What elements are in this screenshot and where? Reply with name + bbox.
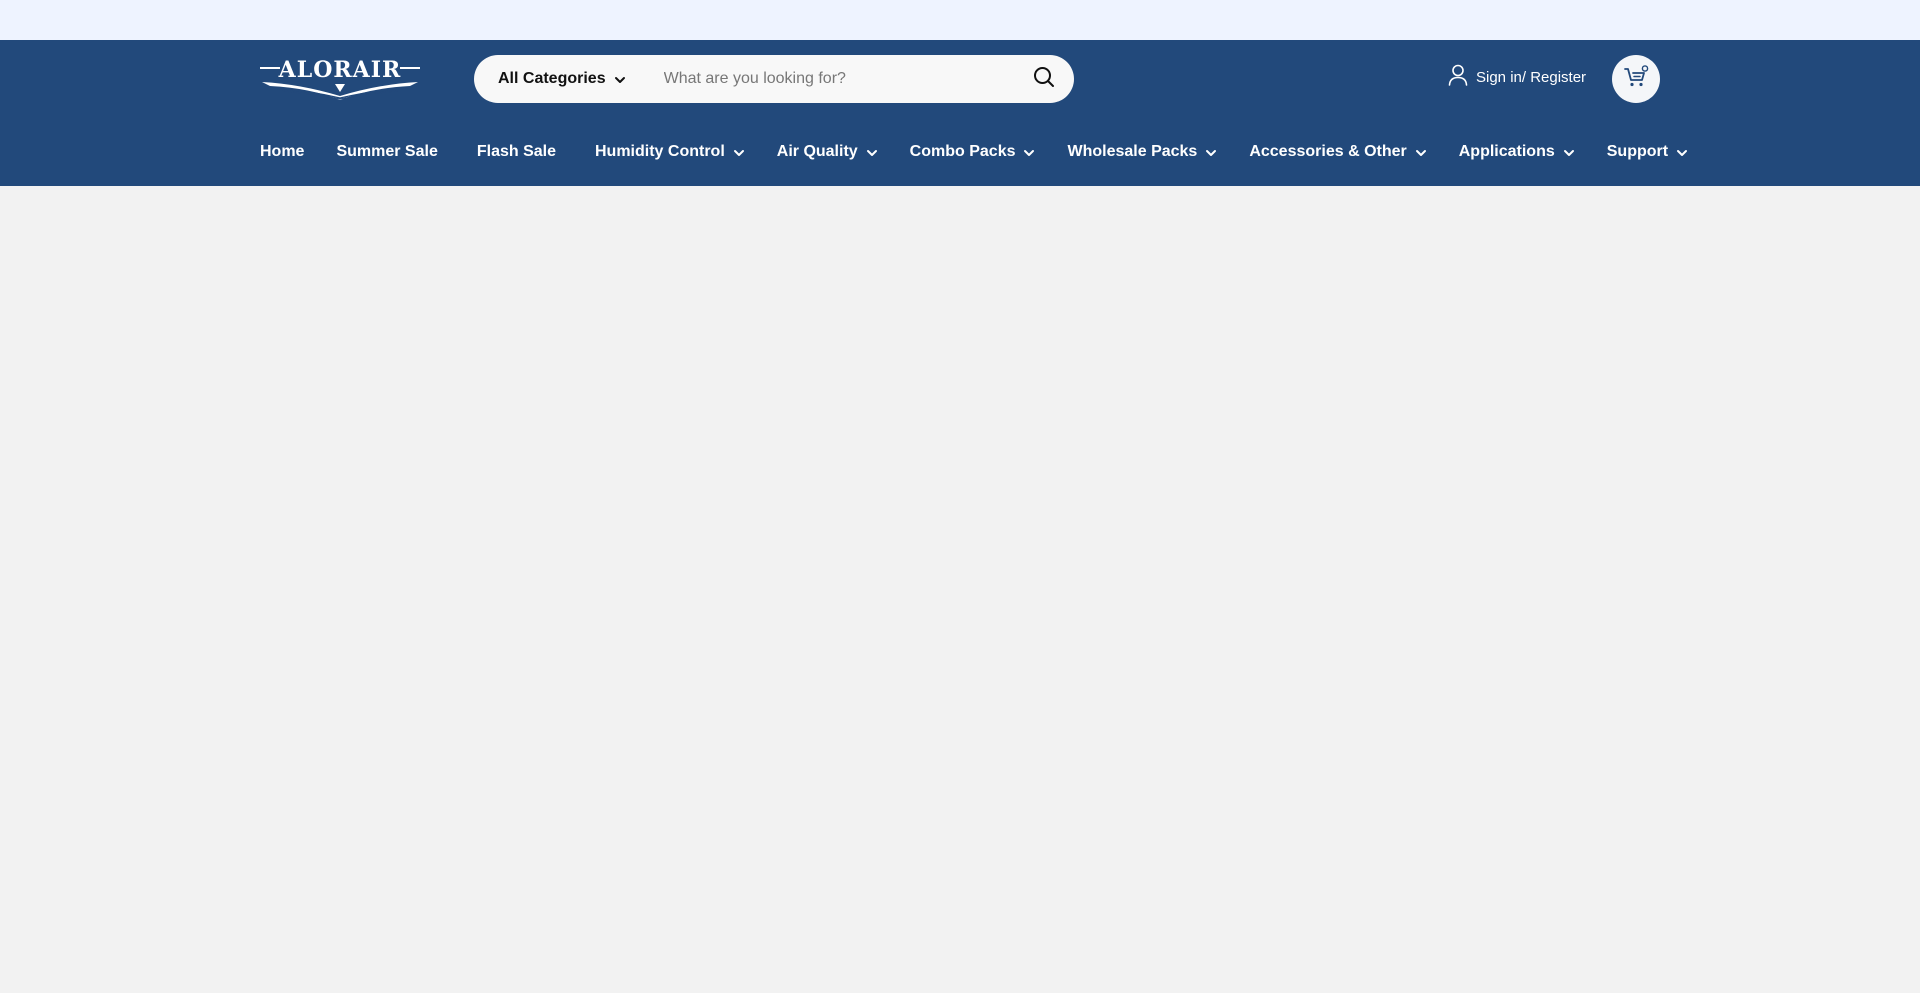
nav-item-label: Accessories & Other [1249,143,1407,160]
category-label: All Categories [498,70,606,87]
chevron-down-icon [614,73,626,85]
sign-in-register-link[interactable]: Sign in/ Register [1448,64,1586,90]
nav-item-combo-packs[interactable]: Combo Packs [910,143,1036,161]
chevron-down-icon [733,146,745,158]
chevron-down-icon [1023,146,1035,158]
nav-item-label: Summer Sale [336,143,438,160]
category-select[interactable]: All Categories [474,55,640,103]
nav-item-applications[interactable]: Applications [1459,143,1575,161]
nav-item-label: Air Quality [776,143,858,160]
account-label: Sign in/ Register [1476,68,1587,86]
nav-item-humidity-control[interactable]: Humidity Control [595,143,745,161]
cart-icon [1623,64,1649,94]
main-content-area [0,186,1920,993]
nav-item-summer-sale[interactable]: Summer Sale [336,143,437,161]
nav-item-label: Flash Sale [476,143,556,160]
nav-item-label: Home [260,143,305,160]
nav-item-label: Wholesale Packs [1067,143,1198,160]
chevron-down-icon [866,146,878,158]
nav-item-label: Applications [1458,143,1555,160]
nav-item-flash-sale[interactable]: Flash Sale [477,143,556,161]
search-bar: All Categories [474,55,1074,103]
header-container: ALORAIR All Categories What are you look… [260,40,1688,186]
site-header: ALORAIR All Categories What are you look… [0,40,1920,186]
chevron-down-icon [1676,146,1688,158]
alorair-logo[interactable]: ALORAIR [260,58,420,100]
nav-item-home[interactable]: Home [260,143,304,161]
nav-item-support[interactable]: Support [1607,143,1688,161]
user-icon [1448,64,1468,90]
nav-item-label: Humidity Control [595,143,725,160]
nav-item-label: Support [1606,143,1669,160]
chevron-down-icon [1563,146,1575,158]
logo-text: ALORAIR [278,57,402,83]
top-announcement-bar [0,0,1920,40]
main-navigation: Home Summer Sale Flash Sale Humidity Con… [260,137,1688,167]
nav-item-air-quality[interactable]: Air Quality [777,143,878,161]
search-input[interactable] [639,55,1020,103]
nav-item-accessories-other[interactable]: Accessories & Other [1249,143,1426,161]
search-icon [1033,66,1055,93]
nav-item-wholesale-packs[interactable]: Wholesale Packs [1067,143,1217,161]
search-button[interactable] [1020,55,1068,103]
cart-button[interactable] [1612,55,1660,103]
chevron-down-icon [1415,146,1427,158]
chevron-down-icon [1205,146,1217,158]
nav-item-label: Combo Packs [909,143,1016,160]
